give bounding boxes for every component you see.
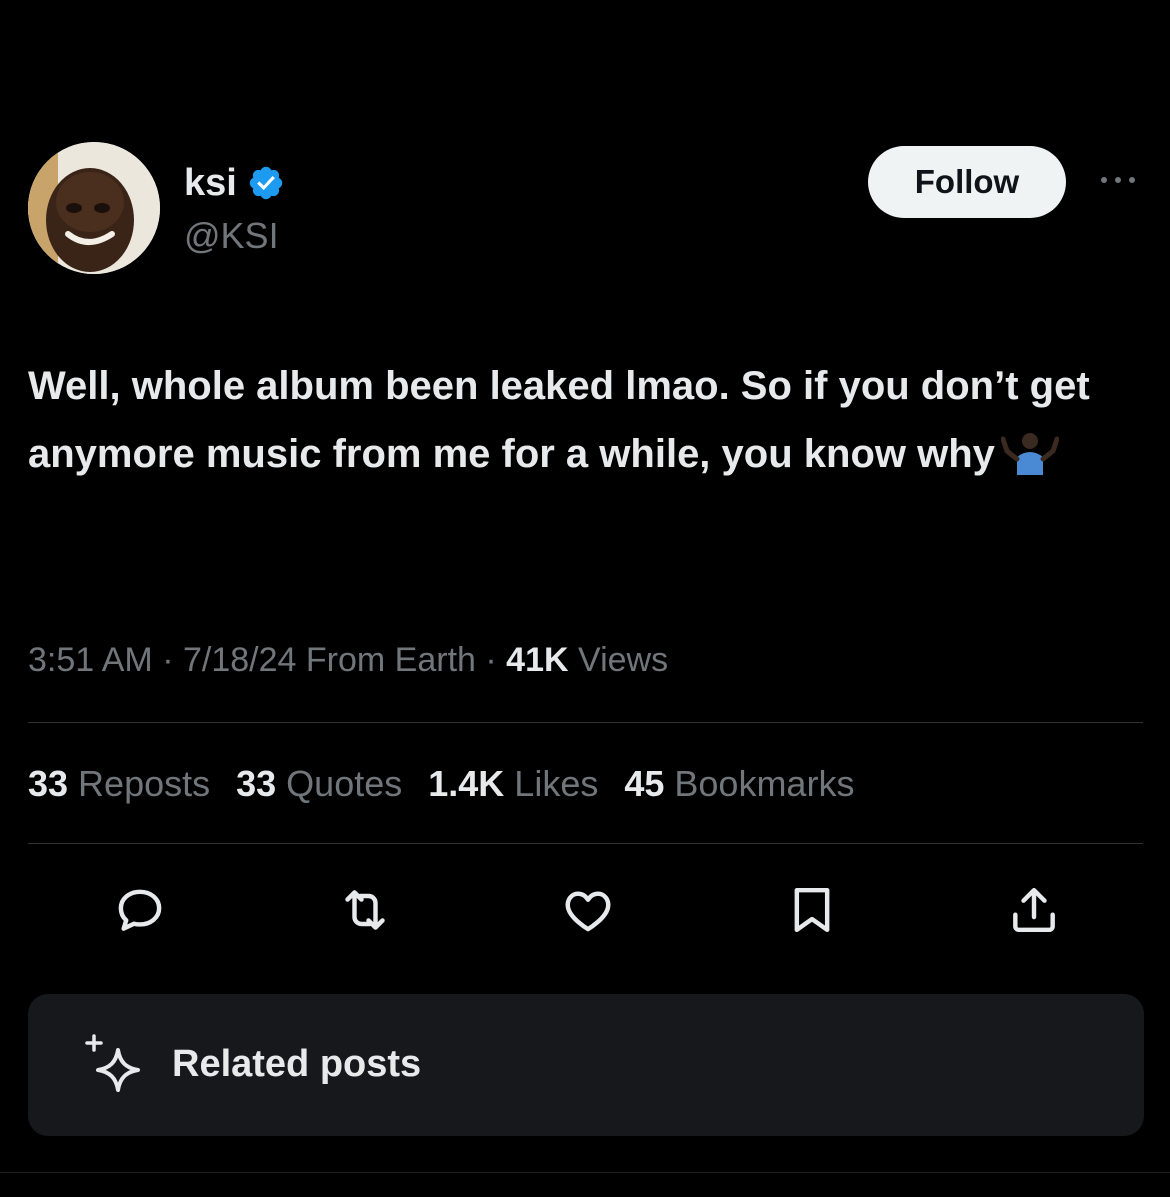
sparkle-icon bbox=[80, 1030, 150, 1100]
views-count: 41K bbox=[506, 641, 569, 679]
stat-likes[interactable]: 1.4K Likes bbox=[428, 760, 598, 808]
engagement-stats: 33 Reposts 33 Quotes 1.4K Likes 45 Bookmarks bbox=[28, 760, 854, 808]
reposts-count: 33 bbox=[28, 763, 69, 804]
tweet-meta: 3:51 AM · 7/18/24 From Earth · 41K Views bbox=[28, 636, 668, 684]
repost-icon[interactable] bbox=[333, 878, 397, 942]
likes-label: Likes bbox=[514, 763, 599, 804]
action-bar bbox=[108, 878, 1068, 942]
related-posts-label: Related posts bbox=[172, 1043, 422, 1085]
user-handle[interactable]: @KSI bbox=[184, 214, 279, 258]
tweet-date[interactable]: 7/18/24 bbox=[183, 641, 296, 679]
display-name[interactable]: ksi bbox=[184, 160, 237, 206]
related-posts-button[interactable]: Related posts bbox=[28, 994, 1144, 1136]
bookmark-icon[interactable] bbox=[780, 878, 844, 942]
meta-separator: · bbox=[485, 641, 497, 679]
display-name-row[interactable]: ksi bbox=[184, 160, 285, 206]
stat-bookmarks[interactable]: 45 Bookmarks bbox=[624, 760, 854, 808]
shrugging-man-emoji-icon bbox=[1000, 428, 1060, 496]
bookmarks-label: Bookmarks bbox=[674, 763, 855, 804]
stat-reposts[interactable]: 33 Reposts bbox=[28, 760, 210, 808]
likes-count: 1.4K bbox=[428, 763, 505, 804]
more-options-icon[interactable] bbox=[1096, 162, 1140, 198]
follow-button[interactable]: Follow bbox=[868, 146, 1066, 218]
tweet-text-block: Well, whole album been leaked lmao. So i… bbox=[28, 352, 1138, 496]
tweet-time[interactable]: 3:51 AM bbox=[28, 641, 153, 679]
divider bbox=[28, 843, 1143, 844]
reply-icon[interactable] bbox=[108, 878, 172, 942]
quotes-label: Quotes bbox=[286, 763, 403, 804]
meta-separator: · bbox=[162, 641, 174, 679]
views-label: Views bbox=[578, 641, 669, 679]
like-icon[interactable] bbox=[556, 878, 620, 942]
verified-badge-icon[interactable] bbox=[247, 164, 285, 202]
bookmarks-count: 45 bbox=[624, 763, 665, 804]
share-icon[interactable] bbox=[1002, 878, 1066, 942]
stat-quotes[interactable]: 33 Quotes bbox=[236, 760, 402, 808]
reposts-label: Reposts bbox=[78, 763, 211, 804]
avatar[interactable] bbox=[28, 142, 160, 274]
divider bbox=[28, 722, 1143, 723]
tweet-text: Well, whole album been leaked lmao. So i… bbox=[28, 364, 1090, 476]
tweet-location: From Earth bbox=[305, 641, 476, 679]
divider bbox=[0, 1172, 1170, 1173]
quotes-count: 33 bbox=[236, 763, 277, 804]
